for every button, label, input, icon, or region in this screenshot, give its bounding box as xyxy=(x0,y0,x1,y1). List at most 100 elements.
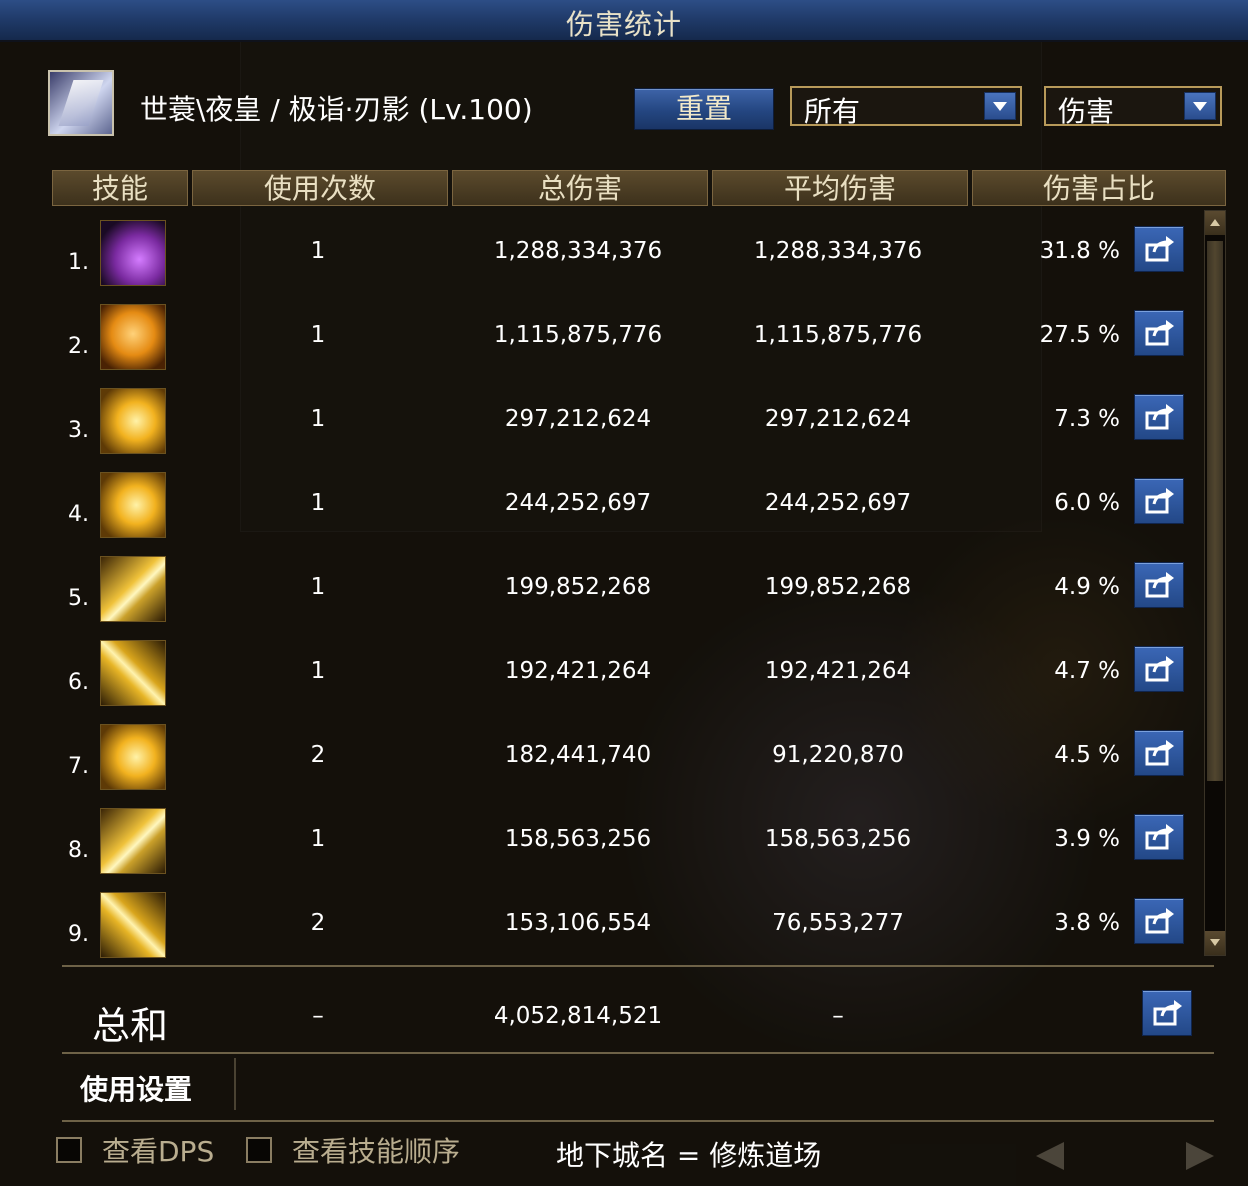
row-total-damage: 158,563,256 xyxy=(504,826,652,852)
share-icon xyxy=(1145,488,1174,514)
dungeon-name: 地下城名 = 修炼道场 xyxy=(556,1139,822,1172)
share-icon xyxy=(1145,740,1174,766)
row-rank: 5. xyxy=(68,586,89,611)
row-total-damage: 1,288,334,376 xyxy=(493,238,663,264)
table-row: 4. 1 244,252,697 244,252,697 6.0 % xyxy=(48,472,1208,556)
share-button[interactable] xyxy=(1134,394,1184,440)
divider xyxy=(62,1120,1214,1122)
row-average-damage: 192,421,264 xyxy=(764,658,912,684)
row-average-damage: 76,553,277 xyxy=(772,910,904,936)
row-uses: 1 xyxy=(310,574,326,600)
share-icon xyxy=(1145,320,1174,346)
share-button[interactable] xyxy=(1134,226,1184,272)
share-icon xyxy=(1153,1000,1182,1026)
share-button[interactable] xyxy=(1134,646,1184,692)
column-skill[interactable]: 技能 xyxy=(52,170,188,206)
row-uses: 2 xyxy=(310,742,326,768)
gold-star-skill-icon xyxy=(100,724,166,790)
row-damage-share: 31.8 % xyxy=(1039,238,1120,264)
orange-crescent-skill-icon xyxy=(100,304,166,370)
total-label: 总和 xyxy=(92,1004,169,1048)
table-header: 技能 使用次数 总伤害 平均伤害 伤害占比 xyxy=(48,170,1226,208)
purple-slash-skill-icon xyxy=(100,220,166,286)
gold-rays-skill-icon xyxy=(100,556,166,622)
total-damage: 4,052,814,521 xyxy=(493,1003,663,1029)
table-row: 9. 2 153,106,554 76,553,277 3.8 % xyxy=(48,892,1208,976)
chevron-down-icon[interactable] xyxy=(1184,92,1216,120)
row-total-damage: 1,115,875,776 xyxy=(493,322,663,348)
column-average-damage[interactable]: 平均伤害 xyxy=(712,170,968,206)
row-rank: 3. xyxy=(68,418,89,443)
filter-dropdown[interactable]: 所有 xyxy=(790,86,1022,128)
usage-settings-label: 使用设置 xyxy=(80,1073,193,1106)
row-damage-share: 4.7 % xyxy=(1054,658,1120,684)
checkbox-box[interactable] xyxy=(56,1137,82,1163)
row-total-damage: 244,252,697 xyxy=(504,490,652,516)
table-row: 6. 1 192,421,264 192,421,264 4.7 % xyxy=(48,640,1208,724)
gold-spiral-skill-icon xyxy=(100,472,166,538)
row-damage-share: 6.0 % xyxy=(1054,490,1120,516)
table-row: 5. 1 199,852,268 199,852,268 4.9 % xyxy=(48,556,1208,640)
type-dropdown-value: 伤害 xyxy=(1058,95,1115,128)
row-damage-share: 3.8 % xyxy=(1054,910,1120,936)
row-damage-share: 3.9 % xyxy=(1054,826,1120,852)
prev-arrow-icon[interactable] xyxy=(1036,1142,1064,1170)
share-icon xyxy=(1145,908,1174,934)
checkbox-box[interactable] xyxy=(246,1137,272,1163)
row-average-damage: 91,220,870 xyxy=(772,742,904,768)
share-total-button[interactable] xyxy=(1142,990,1192,1036)
table-row: 8. 1 158,563,256 158,563,256 3.9 % xyxy=(48,808,1208,892)
scroll-down-icon[interactable] xyxy=(1205,931,1225,955)
row-uses: 1 xyxy=(310,826,326,852)
share-icon xyxy=(1145,824,1174,850)
share-icon xyxy=(1145,656,1174,682)
share-icon xyxy=(1145,236,1174,262)
row-damage-share: 7.3 % xyxy=(1054,406,1120,432)
row-average-damage: 297,212,624 xyxy=(764,406,912,432)
scroll-thumb[interactable] xyxy=(1207,241,1223,781)
scroll-up-icon[interactable] xyxy=(1205,211,1225,235)
row-uses: 1 xyxy=(310,490,326,516)
row-rank: 9. xyxy=(68,922,89,947)
row-rank: 8. xyxy=(68,838,89,863)
share-button[interactable] xyxy=(1134,814,1184,860)
character-name: 世蓑\夜皇 / 极诣·刃影 (Lv.100) xyxy=(140,93,533,126)
row-damage-share: 4.5 % xyxy=(1054,742,1120,768)
column-damage-share[interactable]: 伤害占比 xyxy=(972,170,1226,206)
share-button[interactable] xyxy=(1134,478,1184,524)
column-uses[interactable]: 使用次数 xyxy=(192,170,448,206)
row-damage-share: 27.5 % xyxy=(1039,322,1120,348)
row-rank: 7. xyxy=(68,754,89,779)
row-uses: 1 xyxy=(310,658,326,684)
row-uses: 1 xyxy=(310,238,326,264)
share-icon xyxy=(1145,404,1174,430)
row-total-damage: 199,852,268 xyxy=(504,574,652,600)
row-average-damage: 1,115,875,776 xyxy=(753,322,923,348)
title-bar[interactable]: 伤害统计 xyxy=(0,0,1248,42)
reset-button[interactable]: 重置 xyxy=(634,88,774,130)
row-total-damage: 297,212,624 xyxy=(504,406,652,432)
type-dropdown[interactable]: 伤害 xyxy=(1044,86,1222,128)
chevron-down-icon[interactable] xyxy=(984,92,1016,120)
table-scrollbar[interactable] xyxy=(1204,210,1226,956)
share-button[interactable] xyxy=(1134,562,1184,608)
row-total-damage: 182,441,740 xyxy=(504,742,652,768)
gold-burst-skill-icon xyxy=(100,388,166,454)
next-arrow-icon[interactable] xyxy=(1186,1142,1214,1170)
table-row: 3. 1 297,212,624 297,212,624 7.3 % xyxy=(48,388,1208,472)
row-average-damage: 158,563,256 xyxy=(764,826,912,852)
divider xyxy=(62,965,1214,967)
share-button[interactable] xyxy=(1134,310,1184,356)
row-total-damage: 153,106,554 xyxy=(504,910,652,936)
usage-settings-tab[interactable]: 使用设置 xyxy=(62,1058,236,1110)
share-button[interactable] xyxy=(1134,898,1184,944)
total-average: – xyxy=(832,1003,844,1029)
row-uses: 1 xyxy=(310,406,326,432)
view-skill-order-label[interactable]: 查看技能顺序 xyxy=(292,1130,460,1170)
total-uses: – xyxy=(312,1003,324,1029)
column-total-damage[interactable]: 总伤害 xyxy=(452,170,708,206)
share-icon xyxy=(1145,572,1174,598)
share-button[interactable] xyxy=(1134,730,1184,776)
row-average-damage: 1,288,334,376 xyxy=(753,238,923,264)
view-dps-label[interactable]: 查看DPS xyxy=(102,1130,214,1170)
